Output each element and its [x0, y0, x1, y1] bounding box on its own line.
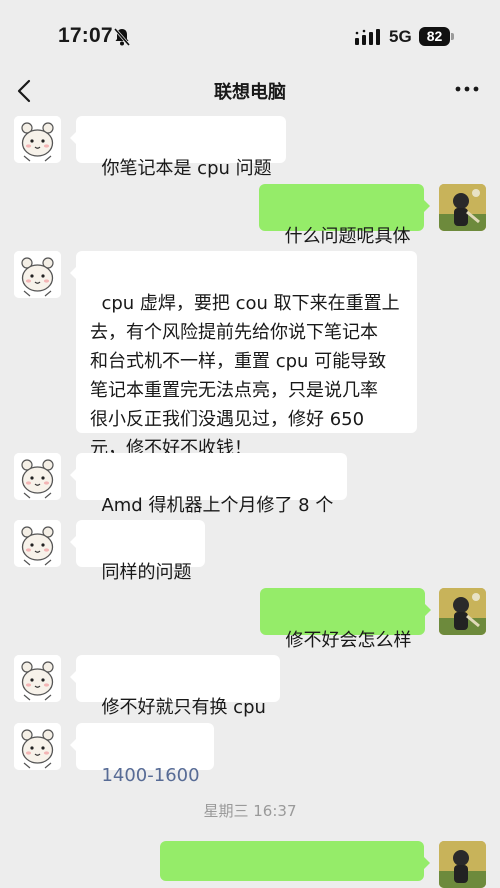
message-bubble-incoming[interactable]: 1400-1600 [70, 723, 214, 786]
cartoon-bear-avatar-icon [14, 655, 61, 702]
network-type: 5G [389, 27, 412, 46]
message-text: Amd 得机器上个月修了 8 个 [101, 495, 334, 516]
more-button[interactable] [452, 80, 482, 98]
my-avatar[interactable] [439, 841, 486, 888]
battery-icon: 82 [419, 27, 450, 46]
status-bar: 17:07 5G 82 [0, 0, 500, 70]
my-avatar[interactable] [439, 588, 486, 635]
contact-avatar[interactable] [14, 520, 61, 567]
contact-avatar[interactable] [14, 723, 61, 770]
battery-tip [451, 33, 454, 40]
cartoon-bear-avatar-icon [14, 116, 61, 163]
my-avatar[interactable] [439, 184, 486, 231]
chat-title: 联想电脑 [214, 82, 286, 103]
message-text: 修不好会怎么样 [285, 630, 412, 651]
user-photo-avatar-icon [439, 184, 486, 231]
message-text: 你笔记本是 cpu 问题 [101, 158, 272, 179]
contact-avatar[interactable] [14, 116, 61, 163]
phone-number-link[interactable]: 1400-1600 [101, 765, 199, 786]
cartoon-bear-avatar-icon [14, 453, 61, 500]
message-text: 修不好就只有换 cpu [101, 697, 266, 718]
message-text: 什么问题呢具体 [284, 226, 411, 247]
message-bubble-incoming[interactable]: Amd 得机器上个月修了 8 个 [69, 453, 348, 516]
message-text: 同样的问题 [101, 562, 192, 583]
message-bubble-incoming[interactable]: cpu 虚焊，要把 cou 取下来在重置上 去，有个风险提前先给你说下笔记本 和… [70, 251, 417, 459]
user-photo-avatar-icon [439, 841, 486, 888]
message-bubble-incoming[interactable]: 修不好就只有换 cpu [70, 655, 280, 718]
cartoon-bear-avatar-icon [14, 723, 61, 770]
contact-avatar[interactable] [14, 655, 61, 702]
message-timestamp: 星期三 16:37 [203, 802, 297, 820]
message-bubble-outgoing[interactable]: 什么问题呢具体 [259, 184, 431, 247]
more-dots-icon [455, 86, 479, 92]
contact-avatar[interactable] [14, 453, 61, 500]
message-bubble-outgoing-partial[interactable] [160, 841, 430, 881]
message-text: cpu 虚焊，要把 cou 取下来在重置上 去，有个风险提前先给你说下笔记本 和… [90, 293, 400, 459]
cartoon-bear-avatar-icon [14, 251, 61, 298]
message-bubble-incoming[interactable]: 同样的问题 [69, 520, 206, 583]
cartoon-bear-avatar-icon [14, 520, 61, 567]
muted-bell-icon [113, 28, 131, 50]
contact-avatar[interactable] [14, 251, 61, 298]
user-photo-avatar-icon [439, 588, 486, 635]
nav-bar: 联想电脑 [0, 70, 500, 114]
message-bubble-incoming[interactable]: 你笔记本是 cpu 问题 [70, 116, 286, 179]
signal-icon [355, 29, 381, 49]
battery-level: 82 [426, 28, 443, 44]
message-bubble-outgoing[interactable]: 修不好会怎么样 [260, 588, 432, 651]
status-time: 17:07 [58, 24, 113, 47]
